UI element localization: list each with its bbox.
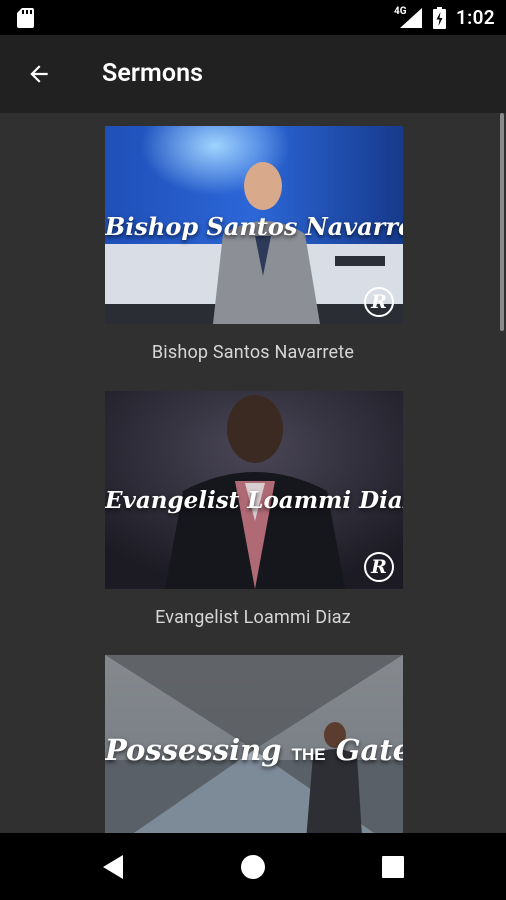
thumbnail-title: Bishop Santos Navarrete bbox=[105, 212, 403, 241]
status-time: 1:02 bbox=[456, 6, 495, 29]
church-logo-icon: R bbox=[364, 552, 394, 582]
arrow-back-icon bbox=[30, 65, 48, 83]
navigation-bar bbox=[0, 833, 506, 900]
sermon-list[interactable]: Bishop Santos Navarrete R Bishop Santos … bbox=[0, 113, 506, 833]
church-logo-icon: R bbox=[364, 287, 394, 317]
square-recents-icon bbox=[382, 856, 404, 878]
nav-back-button[interactable] bbox=[93, 847, 133, 887]
status-bar: 4G 1:02 bbox=[0, 0, 506, 35]
sermon-item-evangelist-loammi-diaz[interactable]: Evangelist Loammi Diaz R Evangelist Loam… bbox=[0, 391, 506, 641]
page-title: Sermons bbox=[102, 59, 204, 88]
triangle-back-icon bbox=[103, 855, 123, 879]
nav-recents-button[interactable] bbox=[373, 847, 413, 887]
sermon-thumbnail[interactable]: Evangelist Loammi Diaz R bbox=[105, 391, 403, 589]
battery-charging-icon bbox=[433, 7, 446, 29]
app-bar: Sermons bbox=[0, 35, 506, 113]
sermon-item-bishop-santos-navarrete[interactable]: Bishop Santos Navarrete R Bishop Santos … bbox=[0, 126, 506, 376]
circle-home-icon bbox=[241, 855, 265, 879]
thumbnail-title-part1: Possessing bbox=[105, 733, 282, 767]
thumbnail-title-part3: Gates bbox=[335, 733, 403, 767]
back-button[interactable] bbox=[16, 51, 62, 97]
cell-signal-icon: 4G bbox=[394, 6, 422, 28]
thumbnail-title: Evangelist Loammi Diaz bbox=[105, 487, 403, 514]
thumbnail-title: Possessing THE Gates bbox=[105, 733, 403, 767]
sermon-item-possessing-the-gates[interactable]: Possessing THE Gates R bbox=[0, 655, 506, 833]
sermon-caption[interactable]: Bishop Santos Navarrete bbox=[0, 342, 506, 363]
sermon-thumbnail[interactable]: Bishop Santos Navarrete R bbox=[105, 126, 403, 324]
sd-card-icon bbox=[17, 8, 34, 28]
sermon-thumbnail[interactable]: Possessing THE Gates R bbox=[105, 655, 403, 833]
nav-home-button[interactable] bbox=[233, 847, 273, 887]
screen: 4G 1:02 Sermons Bishop Santos Navarr R B… bbox=[0, 0, 506, 900]
thumbnail-title-part2: THE bbox=[291, 745, 326, 764]
sermon-caption[interactable]: Evangelist Loammi Diaz bbox=[0, 607, 506, 628]
